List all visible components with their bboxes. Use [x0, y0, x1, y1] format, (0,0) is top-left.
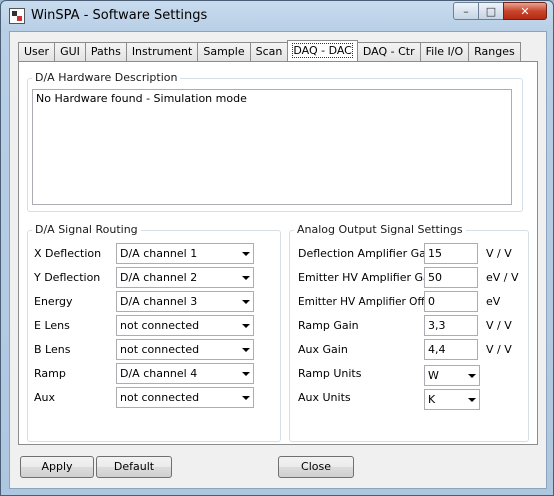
window-title: WinSPA - Software Settings [31, 8, 208, 23]
analog-output-legend: Analog Output Signal Settings [294, 223, 466, 236]
minimize-button[interactable]: – [453, 2, 479, 20]
ramp-gain-input[interactable]: 3,3 [424, 315, 478, 336]
default-button[interactable]: Default [96, 456, 172, 478]
tab-label: GUI [60, 45, 80, 58]
tab-scan[interactable]: Scan [249, 42, 289, 61]
routing-select-value: D/A channel 3 [120, 295, 198, 308]
analog-output-group: Analog Output Signal Settings Deflection… [289, 223, 529, 442]
tab-label: Paths [90, 45, 121, 58]
chevron-down-icon [242, 348, 250, 352]
chevron-down-icon [242, 324, 250, 328]
tab-label: DAQ - Ctr [362, 45, 415, 58]
routing-select-y-deflection[interactable]: D/A channel 2 [116, 267, 254, 288]
deflection-gain-input[interactable]: 15 [424, 243, 478, 264]
tab-daq-ctr[interactable]: DAQ - Ctr [356, 42, 421, 61]
routing-select-value: D/A channel 4 [120, 367, 198, 380]
routing-select-value: not connected [120, 343, 200, 356]
ramp-units-label: Ramp Units [298, 367, 362, 380]
routing-select-ramp[interactable]: D/A channel 4 [116, 363, 254, 384]
emitter-offset-unit: eV [486, 295, 501, 308]
apply-button[interactable]: Apply [20, 456, 94, 478]
tab-file-i-o[interactable]: File I/O [419, 42, 470, 61]
dialog-client: User GUI Paths Instrument Sample Scan DAQ - DA… [9, 31, 547, 489]
deflection-gain-label: Deflection Amplifier Gain [298, 247, 436, 260]
ramp-units-select[interactable]: W [424, 365, 480, 386]
emitter-gain-unit: eV / V [486, 271, 519, 284]
tab-label: Instrument [131, 45, 193, 58]
aux-gain-input[interactable]: 4,4 [424, 339, 478, 360]
emitter-offset-input[interactable]: 0 [424, 291, 478, 312]
routing-select-b-lens[interactable]: not connected [116, 339, 254, 360]
maximize-button[interactable]: □ [478, 2, 504, 20]
chevron-down-icon [242, 276, 250, 280]
app-icon [9, 8, 25, 24]
tab-gui[interactable]: GUI [54, 42, 86, 61]
chevron-down-icon [468, 398, 476, 402]
emitter-gain-input[interactable]: 50 [424, 267, 478, 288]
routing-label: Y Deflection [34, 271, 101, 284]
aux-units-select[interactable]: K [424, 389, 480, 410]
routing-select-value: not connected [120, 319, 200, 332]
title-bar[interactable]: WinSPA - Software Settings – □ ✕ [1, 1, 553, 31]
aux-gain-unit: V / V [486, 343, 512, 356]
tab-label: User [24, 45, 50, 58]
tab-panel-daq-dac: D/A Hardware Description No Hardware fou… [18, 61, 538, 445]
tab-strip: User GUI Paths Instrument Sample Scan DAQ - DA… [18, 40, 521, 61]
tab-ranges[interactable]: Ranges [468, 42, 521, 61]
emitter-offset-label: Emitter HV Amplifier Offset [298, 295, 441, 308]
routing-select-energy[interactable]: D/A channel 3 [116, 291, 254, 312]
close-window-button[interactable]: ✕ [503, 2, 547, 20]
chevron-down-icon [468, 374, 476, 378]
tab-daq-dac[interactable]: DAQ - DAC [287, 40, 358, 61]
tab-label: DAQ - DAC [292, 43, 353, 58]
signal-routing-legend: D/A Signal Routing [32, 223, 141, 236]
routing-select-value: D/A channel 2 [120, 271, 198, 284]
chevron-down-icon [242, 300, 250, 304]
tab-label: Sample [203, 45, 245, 58]
hardware-description-legend: D/A Hardware Description [32, 71, 181, 84]
settings-window: WinSPA - Software Settings – □ ✕ User GUI… [0, 0, 554, 496]
aux-units-value: K [428, 393, 436, 406]
tab-label: Scan [255, 45, 283, 58]
routing-label: X Deflection [34, 247, 102, 260]
emitter-gain-label: Emitter HV Amplifier Gain [298, 271, 440, 284]
tab-label: Ranges [474, 45, 515, 58]
ramp-gain-label: Ramp Gain [298, 319, 359, 332]
routing-select-e-lens[interactable]: not connected [116, 315, 254, 336]
chevron-down-icon [242, 252, 250, 256]
routing-select-x-deflection[interactable]: D/A channel 1 [116, 243, 254, 264]
routing-select-aux[interactable]: not connected [116, 387, 254, 408]
routing-label: B Lens [34, 343, 71, 356]
routing-label: E Lens [34, 319, 70, 332]
routing-select-value: D/A channel 1 [120, 247, 198, 260]
deflection-gain-unit: V / V [486, 247, 512, 260]
routing-label: Aux [34, 391, 56, 404]
tab-paths[interactable]: Paths [84, 42, 127, 61]
tab-label: File I/O [425, 45, 464, 58]
tab-instrument[interactable]: Instrument [125, 42, 199, 61]
chevron-down-icon [242, 372, 250, 376]
routing-label: Ramp [34, 367, 66, 380]
aux-gain-label: Aux Gain [298, 343, 348, 356]
chevron-down-icon [242, 396, 250, 400]
tab-user[interactable]: User [18, 42, 56, 61]
tab-sample[interactable]: Sample [197, 42, 251, 61]
hardware-description-group: D/A Hardware Description No Hardware fou… [27, 71, 523, 212]
aux-units-label: Aux Units [298, 391, 351, 404]
close-button[interactable]: Close [278, 456, 354, 478]
routing-select-value: not connected [120, 391, 200, 404]
ramp-units-value: W [428, 369, 439, 382]
ramp-gain-unit: V / V [486, 319, 512, 332]
routing-label: Energy [34, 295, 73, 308]
hardware-description-text[interactable]: No Hardware found - Simulation mode [32, 89, 512, 205]
signal-routing-group: D/A Signal Routing X Deflection D/A chann… [27, 223, 281, 442]
